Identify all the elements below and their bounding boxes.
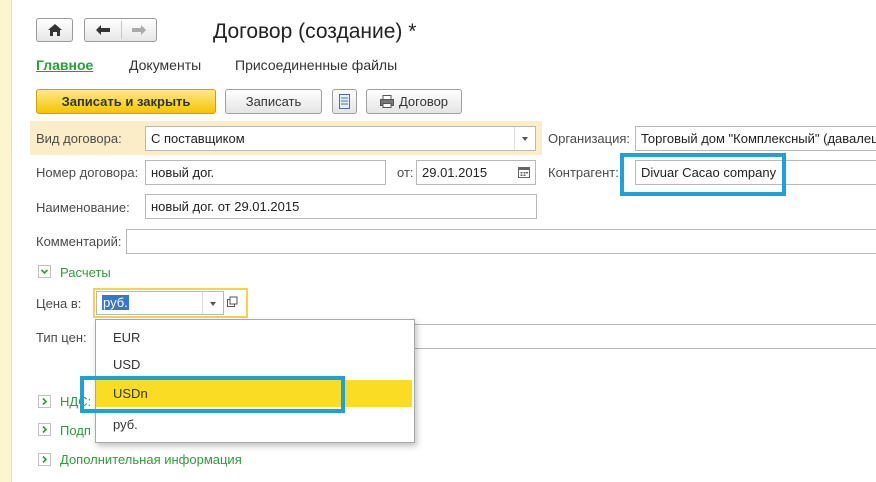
date-value: 29.01.2015 <box>422 165 488 180</box>
price-type-label: Тип цен: <box>36 330 87 345</box>
date-input[interactable]: 29.01.2015 <box>416 160 536 185</box>
contract-number-label: Номер договора: <box>36 165 139 180</box>
contract-type-label: Вид договора: <box>36 131 122 146</box>
organization-field[interactable]: Торговый дом "Комплексный" (давалец <box>635 126 876 151</box>
chevron-down-icon[interactable] <box>202 292 223 314</box>
comment-label: Комментарий: <box>36 234 122 249</box>
usdn-annotation-box <box>80 376 345 413</box>
currency-option-usd[interactable]: USD <box>96 351 412 378</box>
save-and-close-button[interactable]: Записать и закрыть <box>36 89 216 114</box>
print-contract-button[interactable]: Договор <box>366 89 462 114</box>
settlements-toggle[interactable] <box>38 265 51 278</box>
price-in-value: руб. <box>102 295 129 310</box>
chevron-right-icon <box>42 425 48 434</box>
organization-label: Организация: <box>548 131 631 146</box>
left-panel-strip <box>0 0 12 482</box>
price-type-field[interactable] <box>410 324 876 349</box>
save-button[interactable]: Записать <box>225 89 322 114</box>
list-document-icon <box>339 94 350 109</box>
forward-button[interactable] <box>122 19 156 41</box>
currency-option-rub[interactable]: руб. <box>96 411 412 438</box>
counterparty-label: Контрагент: <box>548 165 619 180</box>
contract-type-value: С поставщиком <box>151 131 245 146</box>
chevron-right-icon <box>42 397 48 406</box>
chevron-down-icon <box>40 269 49 275</box>
print-button-label: Договор <box>398 94 449 109</box>
vat-toggle[interactable] <box>38 395 51 408</box>
back-button[interactable] <box>85 19 121 41</box>
page-title: Договор (создание) * <box>213 20 417 43</box>
currency-option-eur[interactable]: EUR <box>96 324 412 351</box>
chevron-right-icon <box>42 455 48 464</box>
additional-info-toggle[interactable] <box>38 453 51 466</box>
name-input[interactable]: новый дог. от 29.01.2015 <box>145 194 537 219</box>
date-label: от: <box>397 165 414 180</box>
arrow-left-icon <box>96 25 110 35</box>
signatories-section-title[interactable]: Подп <box>60 423 91 438</box>
open-link-icon[interactable] <box>226 296 240 310</box>
arrow-right-icon <box>132 25 146 35</box>
home-icon <box>48 24 62 36</box>
counterparty-annotation-box <box>620 153 786 196</box>
document-list-button[interactable] <box>332 89 357 114</box>
settlements-section-title[interactable]: Расчеты <box>60 265 111 280</box>
additional-info-section-title[interactable]: Дополнительная информация <box>60 452 242 467</box>
home-button[interactable] <box>36 18 73 42</box>
calendar-icon[interactable] <box>518 167 530 178</box>
chevron-down-icon[interactable] <box>514 127 535 150</box>
printer-icon <box>379 95 394 108</box>
tab-documents[interactable]: Документы <box>129 57 201 73</box>
signatories-toggle[interactable] <box>38 423 51 436</box>
price-in-label: Цена в: <box>36 296 82 311</box>
tab-attached-files[interactable]: Присоединенные файлы <box>235 57 397 73</box>
comment-input[interactable] <box>126 229 876 254</box>
name-label: Наименование: <box>36 200 130 215</box>
organization-value: Торговый дом "Комплексный" (давалец <box>641 131 876 146</box>
name-value: новый дог. от 29.01.2015 <box>151 199 300 214</box>
contract-number-value: новый дог. <box>151 165 215 180</box>
contract-type-select[interactable]: С поставщиком <box>145 126 536 151</box>
tab-main[interactable]: Главное <box>36 57 93 73</box>
contract-number-input[interactable]: новый дог. <box>145 160 386 185</box>
price-in-select[interactable]: руб. <box>96 291 224 315</box>
history-nav <box>84 18 157 42</box>
